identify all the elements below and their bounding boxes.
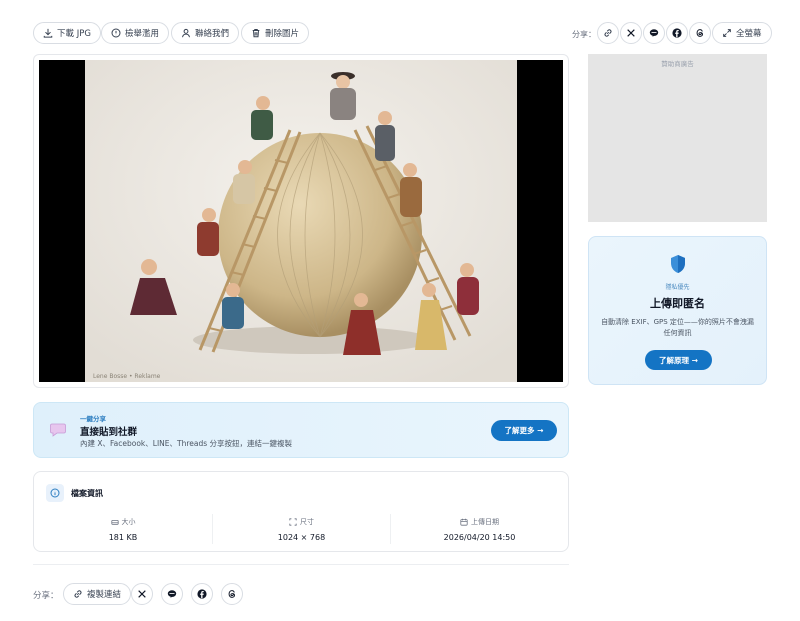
file-info-card: 檔案資訊 大小 181 KB 尺寸 1024 × 768 上傳日期 2026/0… <box>33 471 569 552</box>
ad-label: 贊助商廣告 <box>661 60 694 68</box>
bottom-share-facebook-button[interactable] <box>191 583 213 605</box>
sponsored-ad-box[interactable]: 贊助商廣告 <box>588 54 767 222</box>
bottom-copy-link-button[interactable]: 複製連結 <box>63 583 132 605</box>
dimensions-cell: 尺寸 1024 × 768 <box>212 514 390 544</box>
shield-icon <box>671 255 685 273</box>
dimensions-value: 1024 × 768 <box>277 533 326 542</box>
file-info-title: 檔案資訊 <box>71 489 103 498</box>
link-icon <box>74 590 82 598</box>
share-label: 分享： <box>572 30 596 39</box>
share-x-button[interactable] <box>620 22 642 44</box>
privacy-description: 自動清除 EXIF、GPS 定位——你的照片不會洩漏任何資訊 <box>601 318 754 337</box>
learn-how-button[interactable]: 了解原理 → <box>645 350 712 370</box>
threads-icon <box>696 29 704 37</box>
report-abuse-button[interactable]: 檢舉濫用 <box>101 22 170 44</box>
privacy-eyebrow: 隱私優先 <box>665 284 690 291</box>
line-icon <box>167 590 177 598</box>
drive-icon <box>110 520 119 525</box>
privacy-card: 隱私優先 上傳即匿名 自動清除 EXIF、GPS 定位——你的照片不會洩漏任何資… <box>588 236 767 385</box>
alert-icon <box>111 28 121 38</box>
user-icon <box>182 28 190 38</box>
bottom-share-label: 分享： <box>33 591 59 601</box>
file-size-cell: 大小 181 KB <box>34 514 212 544</box>
fullscreen-button[interactable]: 全螢幕 <box>712 22 772 44</box>
delete-image-button[interactable]: 刪除圖片 <box>241 22 310 44</box>
link-icon <box>604 29 612 37</box>
image-preview-card: Lene Bosse • Reklame <box>33 54 569 388</box>
share-banner-eyebrow: 一鍵分享 <box>80 415 106 423</box>
share-line-button[interactable] <box>643 22 665 44</box>
report-label: 檢舉濫用 <box>125 29 160 39</box>
trash-icon <box>252 29 260 38</box>
upload-value: 2026/04/20 14:50 <box>443 533 516 542</box>
fullscreen-label: 全螢幕 <box>736 29 762 39</box>
download-label: 下載 JPG <box>57 29 91 39</box>
calendar-icon <box>460 518 468 526</box>
facebook-icon <box>672 28 682 38</box>
uploaded-photo[interactable]: Lene Bosse • Reklame <box>85 60 517 382</box>
copy-link-button[interactable] <box>597 22 619 44</box>
image-caption: Lene Bosse • Reklame <box>93 373 161 380</box>
delete-label: 刪除圖片 <box>265 29 300 39</box>
expand-icon <box>723 29 731 37</box>
size-value: 181 KB <box>108 533 138 542</box>
info-icon <box>46 484 64 502</box>
download-jpg-button[interactable]: 下載 JPG <box>33 22 101 44</box>
share-promo-banner: 一鍵分享 直接貼到社群 內建 X、Facebook、LINE、Threads 分… <box>33 402 569 458</box>
threads-icon <box>228 590 236 598</box>
privacy-title: 上傳即匿名 <box>650 297 705 310</box>
contact-label: 聯絡我們 <box>195 29 230 39</box>
x-icon <box>138 590 146 598</box>
share-threads-button[interactable] <box>689 22 711 44</box>
bottom-share-line-button[interactable] <box>161 583 183 605</box>
upload-date-cell: 上傳日期 2026/04/20 14:50 <box>390 514 568 544</box>
contact-us-button[interactable]: 聯絡我們 <box>171 22 240 44</box>
size-label: 大小 <box>121 518 136 526</box>
bottom-share-x-button[interactable] <box>131 583 153 605</box>
divider <box>33 564 569 565</box>
share-banner-title: 直接貼到社群 <box>80 427 138 438</box>
learn-more-button[interactable]: 了解更多 → <box>491 420 557 441</box>
copy-link-label: 複製連結 <box>87 590 122 600</box>
x-icon <box>627 29 635 37</box>
share-facebook-button[interactable] <box>666 22 688 44</box>
upload-label: 上傳日期 <box>471 518 499 526</box>
dimensions-label: 尺寸 <box>300 518 314 526</box>
image-frame: Lene Bosse • Reklame <box>39 60 563 382</box>
line-icon <box>649 29 659 37</box>
chat-bubble-icon <box>50 423 66 437</box>
facebook-icon <box>197 589 207 599</box>
crop-icon <box>289 518 297 526</box>
share-banner-description: 內建 X、Facebook、LINE、Threads 分享按鈕，連結一鍵複製 <box>80 439 293 448</box>
bottom-share-threads-button[interactable] <box>221 583 243 605</box>
download-icon <box>43 28 53 38</box>
